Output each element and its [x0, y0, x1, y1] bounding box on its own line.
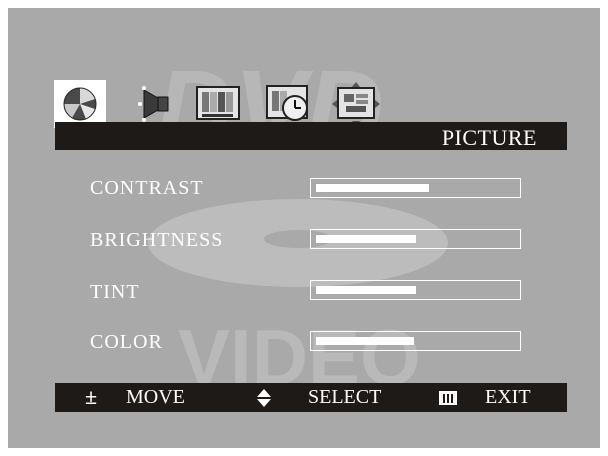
move-label: MOVE	[126, 386, 185, 408]
osd-menu: DVD VIDEO	[8, 8, 600, 448]
dvd-video-logo-watermark: DVD VIDEO	[148, 47, 448, 401]
plus-minus-icon: ±	[85, 384, 98, 409]
color-level-fill	[316, 337, 414, 345]
tint-slider[interactable]	[310, 280, 521, 300]
tab-picture[interactable]	[54, 80, 106, 128]
tab-setup[interactable]	[330, 80, 382, 128]
header-bar: PICTURE	[55, 122, 567, 150]
position-icon	[332, 82, 380, 126]
contrast-label: CONTRAST	[90, 177, 204, 199]
menu-icon	[439, 391, 457, 405]
color-slider[interactable]	[310, 331, 521, 351]
color-label: COLOR	[90, 331, 163, 353]
brightness-slider[interactable]	[310, 229, 521, 249]
tab-audio[interactable]	[126, 80, 178, 128]
tint-label: TINT	[90, 281, 140, 303]
exit-label: EXIT	[485, 386, 531, 408]
brightness-label: BRIGHTNESS	[90, 229, 224, 251]
contrast-slider[interactable]	[310, 178, 521, 198]
brightness-level-fill	[316, 235, 416, 243]
footer-bar: ± MOVE SELECT EXIT	[55, 383, 567, 412]
tv-screen-icon	[196, 86, 240, 120]
speaker-icon	[138, 86, 169, 122]
tint-level-fill	[316, 286, 416, 294]
tab-display[interactable]	[192, 80, 244, 128]
page-title: PICTURE	[441, 125, 537, 150]
tab-timer[interactable]	[262, 80, 314, 128]
clock-icon	[266, 85, 308, 121]
contrast-level-fill	[316, 184, 429, 192]
color-wheel-icon	[63, 87, 97, 121]
select-label: SELECT	[308, 386, 382, 408]
up-down-arrows-icon	[257, 389, 271, 407]
